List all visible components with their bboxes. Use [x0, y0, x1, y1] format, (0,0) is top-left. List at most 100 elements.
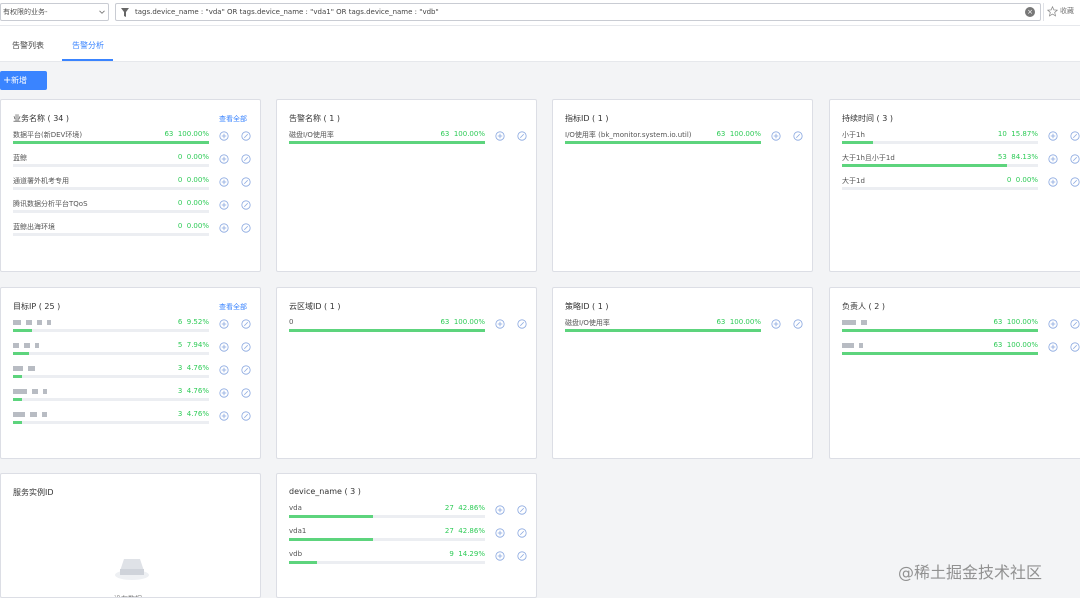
filter-include-icon[interactable]	[219, 342, 229, 352]
progress-fill	[289, 561, 317, 564]
filter-exclude-icon[interactable]	[793, 131, 803, 141]
filter-include-icon[interactable]	[1048, 131, 1058, 141]
card-title: 云区域ID ( 1 )	[289, 302, 341, 311]
filter-icon	[121, 8, 129, 17]
filter-include-icon[interactable]	[219, 411, 229, 421]
progress-track	[13, 210, 209, 213]
card-title: 持续时间 ( 3 )	[842, 114, 893, 123]
stat-row: 3 4.76%	[13, 364, 256, 386]
progress-fill	[13, 375, 23, 378]
stat-row: 63 100.00%	[842, 318, 1080, 340]
progress-fill	[13, 352, 29, 355]
filter-include-icon[interactable]	[495, 505, 505, 515]
plus-icon: +	[3, 75, 12, 86]
filter-include-icon[interactable]	[219, 131, 229, 141]
row-value: 6 9.52%	[177, 318, 209, 326]
filter-exclude-icon[interactable]	[793, 319, 803, 329]
card-title: 目标IP ( 25 )	[13, 302, 61, 311]
filter-include-icon[interactable]	[219, 365, 229, 375]
row-value: 10 15.87%	[997, 130, 1038, 138]
progress-track	[565, 329, 761, 332]
filter-exclude-icon[interactable]	[517, 528, 527, 538]
filter-exclude-icon[interactable]	[241, 388, 251, 398]
filter-include-icon[interactable]	[771, 131, 781, 141]
filter-include-icon[interactable]	[495, 131, 505, 141]
filter-exclude-icon[interactable]	[1070, 131, 1080, 141]
progress-track	[289, 141, 485, 144]
favorite-button[interactable]: 收藏	[1043, 3, 1080, 21]
filter-include-icon[interactable]	[495, 551, 505, 561]
filter-include-icon[interactable]	[1048, 319, 1058, 329]
empty-box-icon	[115, 559, 149, 580]
row-label: 蓝鲸出海环境	[13, 223, 55, 231]
stat-row: 小于1h 10 15.87%	[842, 130, 1080, 152]
add-button[interactable]: + 新增	[0, 71, 47, 90]
filter-exclude-icon[interactable]	[241, 223, 251, 233]
filter-include-icon[interactable]	[1048, 154, 1058, 164]
search-input[interactable]: tags.device_name : "vda" OR tags.device_…	[115, 3, 1041, 21]
tab-alert-list[interactable]: 告警列表	[12, 40, 44, 51]
filter-include-icon[interactable]	[219, 200, 229, 210]
filter-include-icon[interactable]	[219, 319, 229, 329]
masked-label	[13, 410, 52, 418]
filter-exclude-icon[interactable]	[241, 365, 251, 375]
progress-track	[13, 352, 209, 355]
filter-exclude-icon[interactable]	[517, 551, 527, 561]
filter-include-icon[interactable]	[495, 528, 505, 538]
progress-track	[842, 141, 1038, 144]
filter-exclude-icon[interactable]	[1070, 177, 1080, 187]
stat-row: 通道署外机考专用 0 0.00%	[13, 176, 256, 198]
row-label: vda	[289, 504, 302, 512]
filter-exclude-icon[interactable]	[241, 319, 251, 329]
filter-include-icon[interactable]	[495, 319, 505, 329]
progress-fill	[13, 141, 209, 144]
view-all-link[interactable]: 查看全部	[219, 114, 247, 124]
card-title: 业务名称 ( 34 )	[13, 114, 70, 123]
filter-include-icon[interactable]	[219, 177, 229, 187]
progress-track	[842, 187, 1038, 190]
row-label: 磁盘I/O使用率	[289, 131, 334, 139]
business-select[interactable]: 有权限的业务-	[0, 3, 109, 21]
filter-exclude-icon[interactable]	[241, 131, 251, 141]
filter-exclude-icon[interactable]	[517, 505, 527, 515]
filter-exclude-icon[interactable]	[241, 154, 251, 164]
filter-exclude-icon[interactable]	[241, 411, 251, 421]
progress-fill	[289, 538, 373, 541]
card-title: 告警名称 ( 1 )	[289, 114, 340, 123]
progress-fill	[13, 421, 23, 424]
search-query-text: tags.device_name : "vda" OR tags.device_…	[135, 8, 439, 16]
filter-exclude-icon[interactable]	[241, 177, 251, 187]
stat-row: 蓝鲸出海环境 0 0.00%	[13, 222, 256, 244]
filter-include-icon[interactable]	[219, 223, 229, 233]
tab-alert-analysis[interactable]: 告警分析	[72, 40, 104, 51]
filter-exclude-icon[interactable]	[1070, 319, 1080, 329]
row-value: 9 14.29%	[449, 550, 485, 558]
filter-include-icon[interactable]	[1048, 177, 1058, 187]
filter-include-icon[interactable]	[219, 154, 229, 164]
card-target-ip: 目标IP ( 25 ) 查看全部 6 9.52% 5 7.94% 3 4.76% …	[0, 287, 261, 459]
row-value: 63 100.00%	[993, 341, 1038, 349]
progress-fill	[565, 141, 761, 144]
tab-bar: 告警列表 告警分析	[0, 26, 1080, 62]
stat-row: 5 7.94%	[13, 341, 256, 363]
row-label: 磁盘I/O使用率	[565, 319, 610, 327]
card-cloud-area: 云区域ID ( 1 ) 0 63 100.00%	[276, 287, 537, 459]
filter-exclude-icon[interactable]	[1070, 154, 1080, 164]
filter-include-icon[interactable]	[219, 388, 229, 398]
filter-include-icon[interactable]	[1048, 342, 1058, 352]
card-alert-name: 告警名称 ( 1 ) 磁盘I/O使用率 63 100.00%	[276, 99, 537, 272]
clear-icon[interactable]: ×	[1025, 7, 1035, 17]
view-all-link[interactable]: 查看全部	[219, 302, 247, 312]
top-bar: 有权限的业务- tags.device_name : "vda" OR tags…	[0, 0, 1080, 26]
filter-exclude-icon[interactable]	[241, 200, 251, 210]
business-select-value: 有权限的业务-	[3, 8, 48, 16]
filter-include-icon[interactable]	[771, 319, 781, 329]
filter-exclude-icon[interactable]	[241, 342, 251, 352]
filter-exclude-icon[interactable]	[1070, 342, 1080, 352]
stat-row: vda1 27 42.86%	[289, 527, 532, 549]
row-label: 通道署外机考专用	[13, 177, 69, 185]
row-value: 3 4.76%	[177, 387, 209, 395]
filter-exclude-icon[interactable]	[517, 131, 527, 141]
masked-label	[842, 318, 872, 326]
filter-exclude-icon[interactable]	[517, 319, 527, 329]
